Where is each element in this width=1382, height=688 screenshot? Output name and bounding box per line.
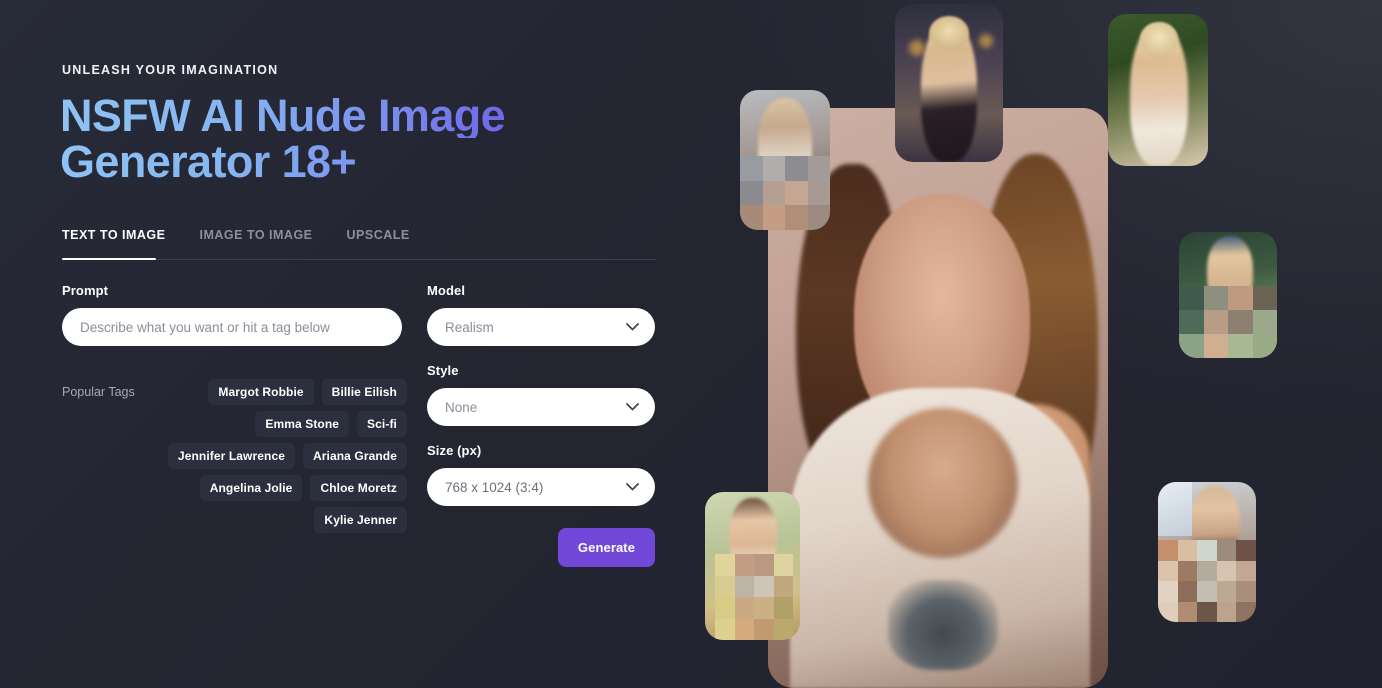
form-column-left: Prompt Popular Tags Margot Robbie Billie… — [62, 283, 407, 533]
tag-chip[interactable]: Sci-fi — [357, 411, 407, 437]
style-select[interactable]: None — [427, 388, 655, 426]
image-collage — [690, 0, 1382, 688]
model-select[interactable]: Realism — [427, 308, 655, 346]
censor-mosaic — [1179, 286, 1277, 358]
tab-image-to-image[interactable]: IMAGE TO IMAGE — [200, 228, 313, 254]
page-root: UNLEASH YOUR IMAGINATION NSFW AI Nude Im… — [0, 0, 1382, 688]
prompt-input[interactable] — [62, 308, 402, 346]
tag-chip[interactable]: Chloe Moretz — [310, 475, 407, 501]
mode-tabs: TEXT TO IMAGE IMAGE TO IMAGE UPSCALE — [62, 228, 656, 254]
tab-active-indicator — [62, 258, 156, 260]
generate-row: Generate — [427, 528, 655, 567]
popular-tags-label: Popular Tags — [62, 385, 135, 399]
page-title: NSFW AI Nude Image Generator 18+ — [60, 93, 660, 184]
censor-mosaic — [740, 156, 830, 230]
prompt-label: Prompt — [62, 283, 109, 298]
collage-thumb-5 — [705, 492, 800, 640]
collage-thumb-6 — [1158, 482, 1256, 622]
size-select[interactable]: 768 x 1024 (3:4) — [427, 468, 655, 506]
form-column-right: Model Realism Style None Size (px) 768 x… — [427, 283, 655, 523]
tag-chip[interactable]: Kylie Jenner — [314, 507, 407, 533]
collage-thumb-4 — [1179, 232, 1277, 358]
style-label: Style — [427, 363, 459, 378]
collage-thumb-1 — [895, 4, 1003, 162]
size-field: Size (px) 768 x 1024 (3:4) — [427, 443, 655, 506]
tag-chip[interactable]: Jennifer Lawrence — [167, 443, 295, 469]
hero-panel: UNLEASH YOUR IMAGINATION NSFW AI Nude Im… — [60, 0, 672, 688]
style-field: Style None — [427, 363, 655, 426]
censor-mosaic — [715, 554, 793, 640]
page-title-line-2: Generator 18+ — [60, 139, 660, 184]
page-title-line-1: NSFW AI Nude Image — [60, 93, 660, 138]
tag-chip[interactable]: Emma Stone — [255, 411, 350, 437]
size-label: Size (px) — [427, 443, 482, 458]
tab-text-to-image[interactable]: TEXT TO IMAGE — [62, 228, 166, 254]
model-field: Model Realism — [427, 283, 655, 346]
popular-tags-list: Margot Robbie Billie Eilish Emma Stone S… — [145, 379, 407, 533]
collage-thumb-2 — [1108, 14, 1208, 166]
generate-button[interactable]: Generate — [558, 528, 655, 567]
censor-mosaic — [1158, 540, 1256, 622]
tag-chip[interactable]: Margot Robbie — [208, 379, 314, 405]
tag-chip[interactable]: Angelina Jolie — [199, 475, 303, 501]
hero-eyebrow: UNLEASH YOUR IMAGINATION — [62, 63, 279, 77]
popular-tags-section: Popular Tags Margot Robbie Billie Eilish… — [62, 379, 407, 533]
collage-thumb-3 — [740, 90, 830, 230]
tab-upscale[interactable]: UPSCALE — [347, 228, 410, 254]
tag-chip[interactable]: Ariana Grande — [303, 443, 407, 469]
tag-chip[interactable]: Billie Eilish — [321, 379, 407, 405]
model-label: Model — [427, 283, 466, 298]
